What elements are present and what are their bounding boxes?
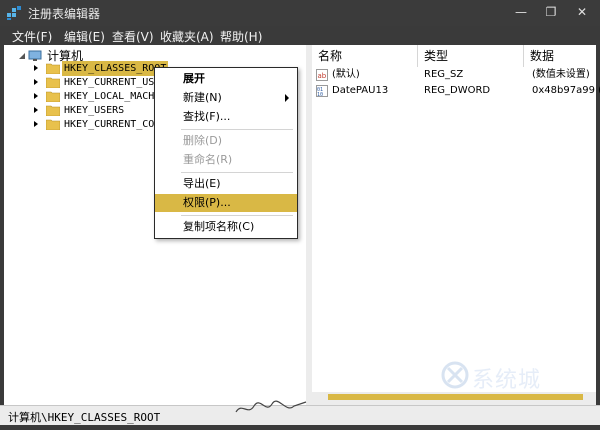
dword-value-icon: 01 10 — [316, 85, 328, 98]
svg-text:10: 10 — [317, 92, 323, 97]
minimize-button[interactable]: — — [508, 2, 534, 22]
status-path: 计算机\HKEY_CLASSES_ROOT — [8, 411, 161, 424]
watermark-text: 系统城 — [472, 368, 542, 393]
column-header-name[interactable]: 名称 — [312, 45, 418, 67]
value-data: (数值未设置) — [532, 69, 590, 80]
value-type: REG_SZ — [424, 69, 464, 80]
ctx-new-label: 新建(N) — [183, 91, 222, 104]
tree-node-label: HKEY_CLASSES_ROOT — [62, 61, 169, 76]
ctx-new[interactable]: 新建(N) — [155, 89, 297, 107]
expand-arrow-icon[interactable] — [32, 92, 40, 100]
tree-node-label: HKEY_USERS — [64, 105, 125, 116]
folder-icon — [45, 62, 61, 75]
menu-separator — [181, 172, 293, 173]
folder-icon — [45, 90, 61, 103]
context-menu: 展开 新建(N) 查找(F)... 删除(D) 重命名(R) 导出(E) 权限(… — [154, 67, 298, 239]
values-list-pane[interactable]: 名称 类型 数据 ab (默认) REG_SZ (数值未设置) 01 10 Dat… — [312, 45, 600, 405]
expand-arrow-icon[interactable] — [32, 64, 40, 72]
menu-edit[interactable]: 编辑(E) — [64, 28, 105, 45]
value-name: DatePAU13 — [332, 85, 389, 96]
ctx-permissions[interactable]: 权限(P)... — [155, 194, 297, 212]
list-item[interactable]: 01 10 DatePAU13 REG_DWORD 0x48b97a99 ( — [316, 83, 600, 99]
expand-arrow-icon[interactable] — [32, 120, 40, 128]
menu-bar: 文件(F) 编辑(E) 查看(V) 收藏夹(A) 帮助(H) — [0, 26, 600, 46]
collapse-arrow-icon[interactable] — [18, 52, 26, 60]
column-header-type[interactable]: 类型 — [418, 45, 524, 67]
registry-editor-icon — [6, 5, 22, 21]
ctx-expand[interactable]: 展开 — [155, 70, 297, 88]
ctx-copy-key-name[interactable]: 复制项名称(C) — [155, 218, 297, 236]
expand-arrow-icon[interactable] — [32, 106, 40, 114]
folder-icon — [45, 118, 61, 131]
menu-help[interactable]: 帮助(H) — [220, 28, 262, 45]
ctx-rename: 重命名(R) — [183, 153, 233, 166]
ctx-export[interactable]: 导出(E) — [155, 175, 297, 193]
string-value-icon: ab — [316, 69, 328, 81]
close-button[interactable]: ✕ — [568, 2, 596, 22]
list-item[interactable]: ab (默认) REG_SZ (数值未设置) — [316, 67, 596, 83]
submenu-arrow-icon — [285, 94, 289, 102]
folder-icon — [45, 76, 61, 89]
menu-separator — [181, 215, 293, 216]
ctx-find[interactable]: 查找(F)... — [155, 108, 297, 126]
watermark-logo-icon — [440, 360, 470, 390]
tree-node-label: HKEY_CURRENT_CONF — [64, 119, 167, 130]
maximize-button[interactable]: ❐ — [538, 2, 564, 22]
tree-node-label: HKEY_CURRENT_USER — [64, 77, 167, 88]
menu-favorites[interactable]: 收藏夹(A) — [160, 28, 214, 45]
title-bar: 注册表编辑器 — ❐ ✕ — [0, 0, 600, 26]
watermark: 系统城 — [440, 358, 580, 398]
ctx-delete: 删除(D) — [183, 134, 223, 147]
signature-mark — [232, 396, 312, 420]
tree-node-label: HKEY_LOCAL_MACHIN — [64, 91, 167, 102]
menu-separator — [181, 129, 293, 130]
menu-view[interactable]: 查看(V) — [112, 28, 154, 45]
folder-icon — [45, 104, 61, 117]
menu-file[interactable]: 文件(F) — [12, 28, 52, 45]
svg-text:ab: ab — [318, 72, 327, 80]
column-header-data[interactable]: 数据 — [524, 45, 596, 67]
value-type: REG_DWORD — [424, 85, 491, 96]
window-title: 注册表编辑器 — [28, 7, 101, 21]
expand-arrow-icon[interactable] — [32, 78, 40, 86]
value-name: (默认) — [332, 69, 360, 80]
value-data: 0x48b97a99 ( — [532, 85, 600, 96]
